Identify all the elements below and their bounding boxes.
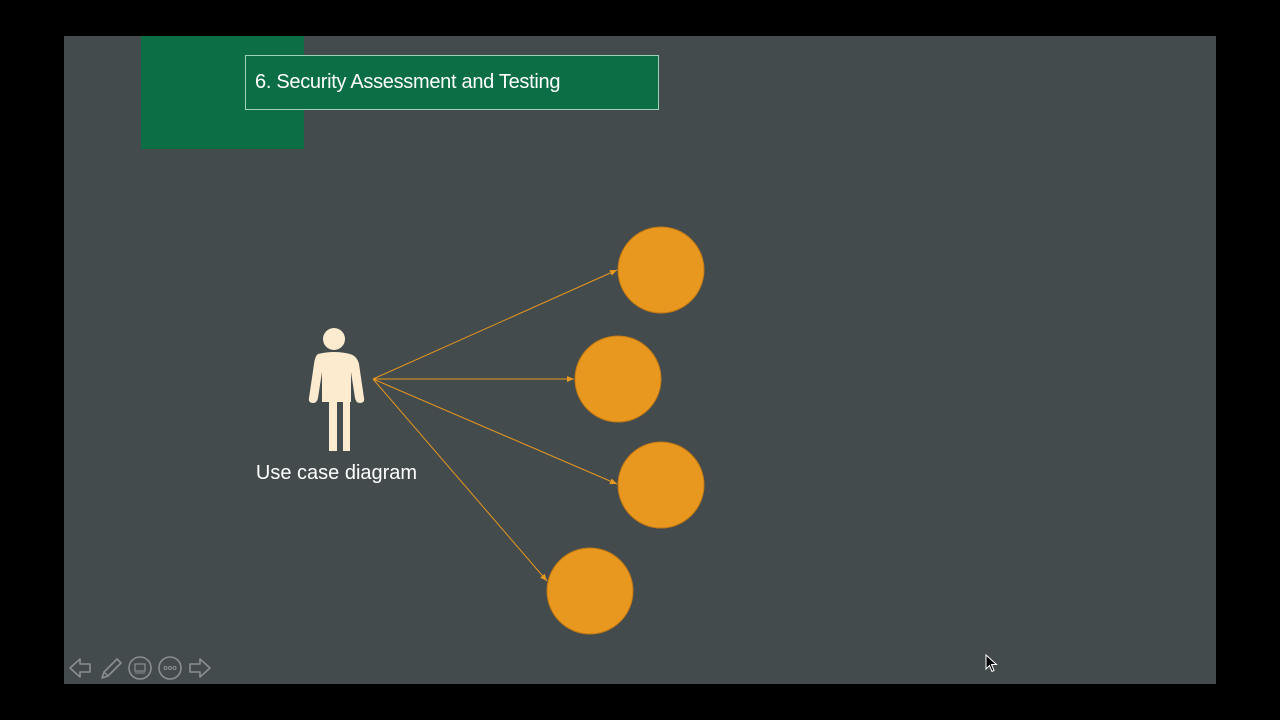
see-all-slides-button[interactable] [126, 654, 154, 682]
actor-label: Use case diagram [255, 462, 418, 484]
next-slide-button[interactable] [186, 654, 214, 682]
mouse-pointer-icon [985, 654, 998, 673]
previous-slide-button[interactable] [66, 654, 94, 682]
more-options-button[interactable] [156, 654, 184, 682]
presentation-controls [64, 653, 214, 683]
actor-person-icon [308, 328, 365, 451]
use-case-circle-3 [617, 441, 705, 529]
use-case-circle-1 [617, 226, 705, 314]
more-options-icon [158, 656, 182, 680]
arrow-left-icon [69, 658, 91, 678]
use-case-circle-4 [546, 547, 634, 635]
pen-tool-button[interactable] [96, 654, 124, 682]
pen-icon [101, 658, 122, 679]
slides-grid-icon [128, 656, 152, 680]
presentation-slide: 6. Security Assessment and Testing Use c… [64, 36, 1216, 684]
use-case-circle-2 [574, 335, 662, 423]
use-case-diagram [308, 226, 705, 635]
arrow-right-icon [189, 658, 211, 678]
